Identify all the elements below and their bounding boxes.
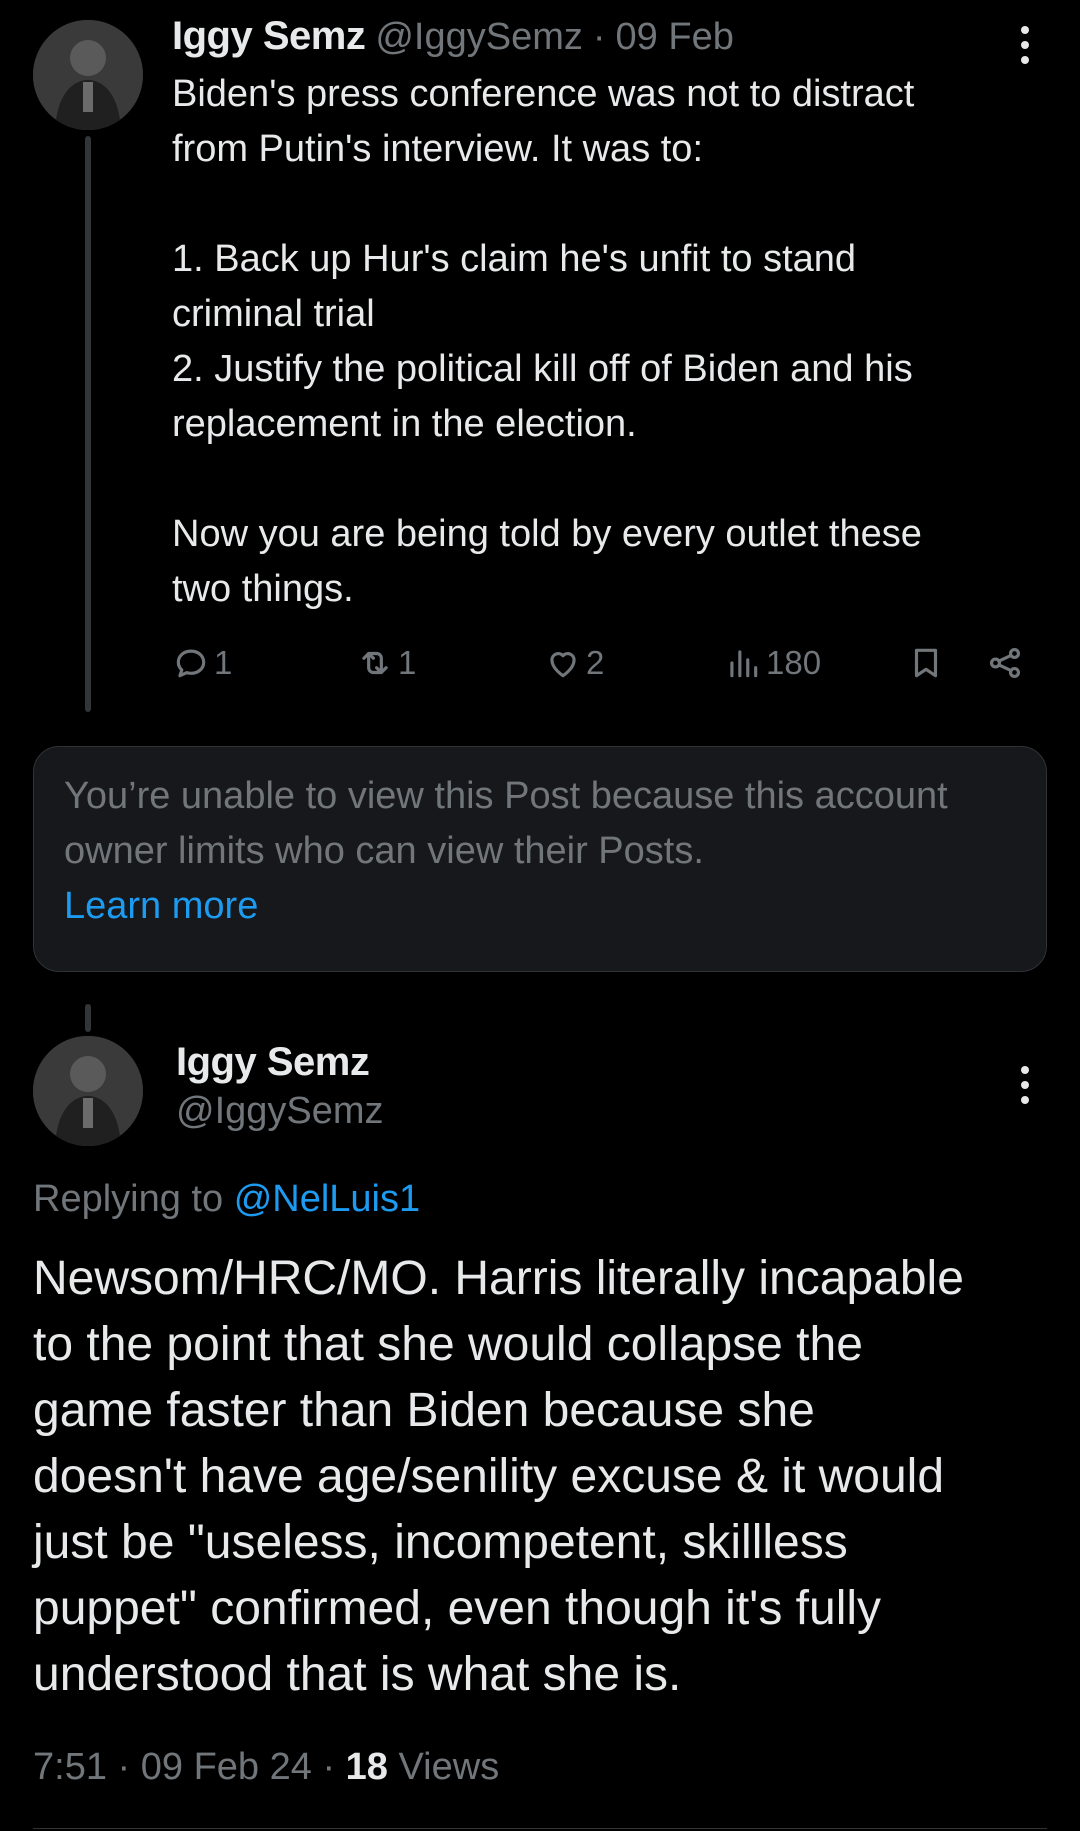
replying-label: Replying to bbox=[33, 1178, 224, 1220]
post-date[interactable]: 09 Feb 24 bbox=[141, 1746, 312, 1788]
bookmark-icon bbox=[914, 648, 938, 678]
avatar[interactable] bbox=[33, 1036, 143, 1146]
reply-count: 1 bbox=[214, 644, 233, 681]
tweet-text: Newsom/HRC/MO. Harris literally incapabl… bbox=[33, 1252, 964, 1701]
repost-count: 1 bbox=[398, 644, 417, 681]
views-count: 180 bbox=[766, 644, 822, 681]
avatar-image-icon bbox=[33, 1036, 143, 1146]
handle[interactable]: @IggySemz bbox=[375, 16, 583, 59]
views-count[interactable]: 18 bbox=[346, 1746, 388, 1788]
repost-button[interactable]: 1 bbox=[356, 644, 416, 682]
like-button[interactable]: 2 bbox=[544, 644, 604, 682]
handle[interactable]: @IggySemz bbox=[176, 1090, 384, 1133]
thread-line bbox=[85, 136, 91, 712]
repost-icon bbox=[362, 651, 388, 675]
tweet-header: Iggy Semz @IggySemz · 09 Feb bbox=[172, 14, 734, 59]
reply-icon bbox=[176, 649, 206, 678]
display-name[interactable]: Iggy Semz bbox=[176, 1040, 370, 1085]
heart-icon bbox=[550, 652, 576, 678]
avatar-image-icon bbox=[33, 20, 143, 130]
restricted-post-notice: You’re unable to view this Post because … bbox=[33, 746, 1047, 972]
tweet-text: Biden's press conference was not to dist… bbox=[172, 73, 922, 610]
thread-line bbox=[85, 1004, 91, 1032]
share-button[interactable] bbox=[986, 644, 1024, 682]
analytics-icon bbox=[730, 650, 758, 678]
share-icon bbox=[989, 647, 1021, 679]
tweet-meta: 7:51 · 09 Feb 24 · 18 Views bbox=[33, 1746, 499, 1789]
separator: · bbox=[117, 1746, 131, 1788]
post-time[interactable]: 7:51 bbox=[33, 1746, 107, 1788]
divider bbox=[33, 1828, 1047, 1829]
tweet-actions: 1 1 2 180 bbox=[172, 640, 1032, 690]
post-date[interactable]: 09 Feb bbox=[616, 16, 734, 59]
bookmark-button[interactable] bbox=[907, 644, 945, 682]
display-name[interactable]: Iggy Semz bbox=[172, 14, 366, 59]
more-options-icon[interactable] bbox=[1019, 26, 1031, 64]
separator: · bbox=[322, 1746, 336, 1788]
notice-text: You’re unable to view this Post because … bbox=[64, 775, 948, 872]
like-count: 2 bbox=[586, 644, 605, 681]
views-button[interactable]: 180 bbox=[724, 644, 821, 682]
replying-to: Replying to @NelLuis1 bbox=[33, 1178, 420, 1221]
reply-button[interactable]: 1 bbox=[172, 644, 232, 682]
more-options-icon[interactable] bbox=[1019, 1066, 1031, 1104]
mention-link[interactable]: @NelLuis1 bbox=[234, 1178, 420, 1220]
learn-more-link[interactable]: Learn more bbox=[64, 885, 258, 927]
views-label: Views bbox=[398, 1746, 500, 1788]
separator: · bbox=[592, 16, 606, 58]
avatar[interactable] bbox=[33, 20, 143, 130]
